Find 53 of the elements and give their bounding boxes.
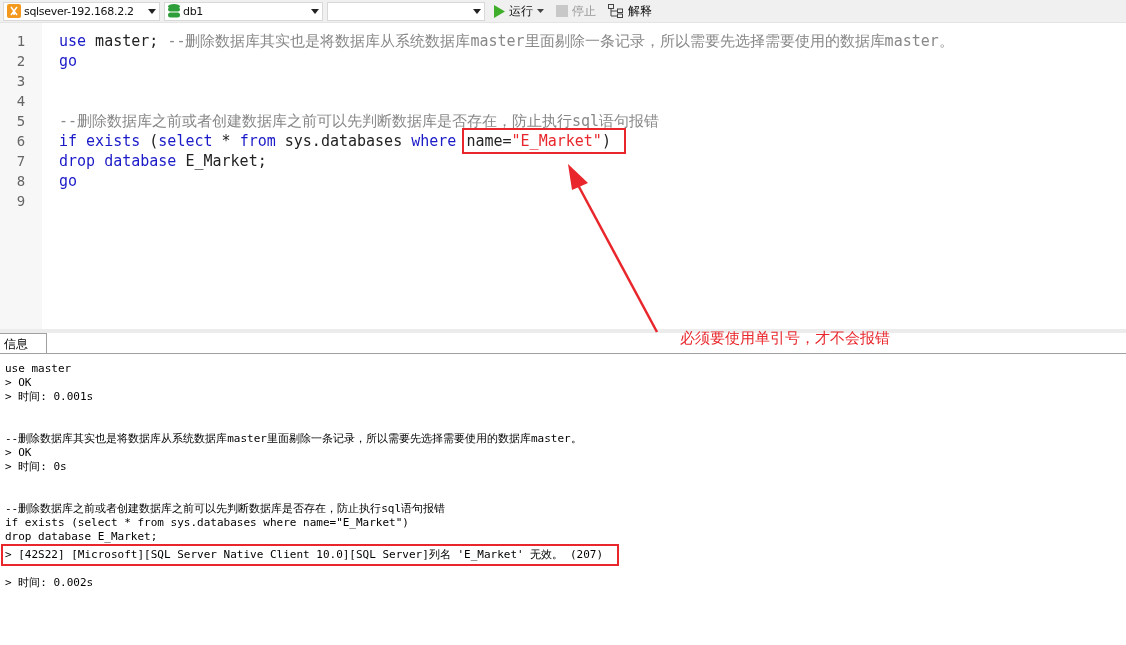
database-select[interactable]: db1 — [164, 1, 323, 21]
server-icon — [7, 4, 21, 18]
line-number: 8 — [15, 172, 27, 191]
code-text: name= — [466, 132, 512, 150]
line-number: 6 — [15, 132, 27, 151]
database-icon — [168, 4, 180, 18]
line-number: 4 — [15, 92, 27, 111]
sql-keyword: select — [158, 131, 213, 151]
line-number: 2 — [15, 52, 27, 71]
message-line: > 时间: 0s — [5, 460, 67, 474]
sql-keyword: go — [59, 51, 78, 71]
message-line: --删除数据库其实也是将数据库从系统数据库master里面剔除一条记录，所以需要先选择需要使用的数据库master。 — [5, 432, 582, 446]
code-comment: --删除数据库之前或者创建数据库之前可以先判断数据库是否存在，防止执行sql语句报错 — [59, 111, 660, 131]
line-number: 5 — [15, 112, 27, 131]
message-line: > OK — [5, 446, 32, 460]
code-comment: --删除数据库其实也是将数据库从系统数据库master里面剔除一条记录，所以需要先选择需要使用的数据库master。 — [167, 31, 954, 51]
sql-keyword: from — [239, 131, 276, 151]
connection-select[interactable]: sqlsever-192.168.2.2 — [3, 1, 160, 21]
sql-keyword: go — [59, 171, 78, 191]
code-text: * — [220, 131, 232, 151]
schema-select[interactable] — [327, 1, 485, 21]
stop-icon — [556, 5, 568, 17]
code-text: ( — [148, 131, 159, 151]
code-text: ) — [601, 132, 611, 150]
line-number: 1 — [15, 32, 27, 51]
line-number: 3 — [15, 72, 27, 91]
line-number: 7 — [15, 152, 27, 171]
message-line: if exists (select * from sys.databases where name="E_Market") — [5, 516, 409, 530]
sql-keyword: drop database — [59, 151, 177, 171]
sql-keyword: where — [411, 131, 458, 151]
code-text: E_Market; — [184, 151, 267, 171]
message-tab[interactable]: 信息 — [0, 333, 47, 353]
message-line: > OK — [5, 376, 32, 390]
message-line: use master — [5, 362, 72, 376]
annotation-text: 必须要使用单引号，才不会报错 — [680, 329, 890, 348]
play-icon — [493, 4, 505, 18]
caret-icon — [311, 8, 319, 14]
string-literal: "E_Market" — [511, 132, 602, 150]
code-text: master; — [94, 31, 160, 51]
caret-icon — [537, 9, 544, 13]
message-line: > 时间: 0.002s — [5, 576, 94, 590]
sql-keyword: use — [59, 31, 87, 51]
message-line: drop database E_Market; — [5, 530, 158, 544]
run-button[interactable]: 运行 — [489, 1, 548, 21]
code-text: sys.databases — [283, 131, 404, 151]
sql-keyword: if exists — [59, 131, 141, 151]
tree-icon — [608, 4, 624, 18]
caret-icon — [148, 8, 156, 14]
explain-button[interactable]: 解释 — [604, 1, 656, 21]
line-number: 9 — [15, 192, 27, 211]
caret-icon — [473, 8, 481, 14]
message-line: --删除数据库之前或者创建数据库之前可以先判断数据库是否存在，防止执行sql语句报错 — [5, 502, 446, 516]
message-line: > 时间: 0.001s — [5, 390, 94, 404]
